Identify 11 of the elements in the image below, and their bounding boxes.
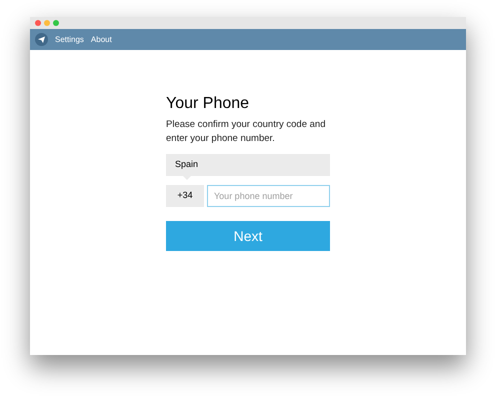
next-button[interactable]: Next — [166, 221, 330, 251]
country-code: +34 — [166, 185, 204, 207]
paper-plane-icon[interactable] — [35, 33, 48, 46]
menu-item[interactable]: Settings — [55, 34, 84, 46]
page-heading: Your Phone — [166, 94, 250, 114]
close-window-icon[interactable] — [35, 20, 41, 26]
menu-item[interactable]: About — [90, 34, 112, 46]
instructions-text: Please confirm your country code and enter your phone number. — [166, 118, 326, 146]
maximize-window-icon[interactable] — [53, 20, 59, 26]
minimize-window-icon[interactable] — [44, 20, 50, 26]
phone-number-field[interactable]: Your phone number — [207, 185, 330, 207]
